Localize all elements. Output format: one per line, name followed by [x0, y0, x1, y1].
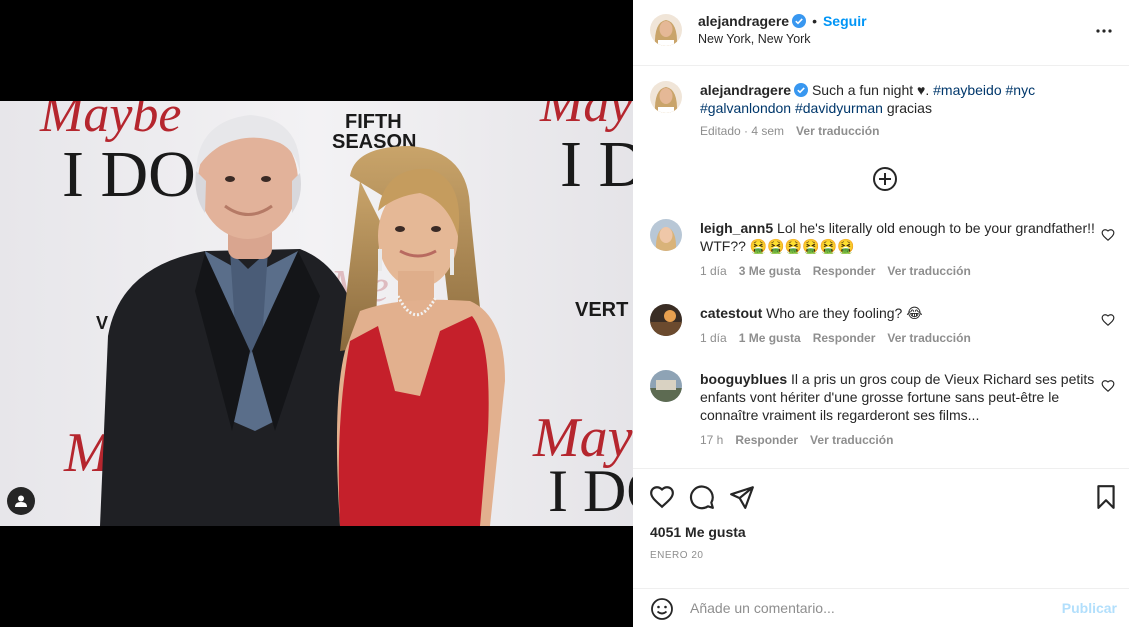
hashtag-link[interactable]: #nyc — [1006, 82, 1036, 98]
publish-button[interactable]: Publicar — [1062, 600, 1117, 616]
user-tag-icon — [15, 495, 27, 507]
caption-body: Such a fun night ♥. — [811, 82, 930, 98]
caption-tail: gracias — [886, 100, 932, 116]
translate-link[interactable]: Ver traducción — [887, 264, 970, 278]
verified-badge-icon — [792, 14, 807, 28]
avatar-image — [650, 370, 682, 402]
heart-icon[interactable] — [1101, 379, 1115, 393]
comment-time[interactable]: 17 h — [700, 433, 723, 447]
comment-item: leigh_ann5 Lol he's literally old enough… — [650, 219, 1120, 283]
more-options-icon — [1096, 29, 1112, 33]
author-username[interactable]: alejandragere — [698, 13, 789, 29]
comment-body: Who are they fooling? 😂 — [766, 305, 923, 321]
reply-button[interactable]: Responder — [813, 264, 876, 278]
comments-section: alejandragere Such a fun night ♥. #maybe… — [633, 67, 1129, 469]
translate-link[interactable]: Ver traducción — [810, 433, 893, 447]
user-tag-button[interactable] — [7, 487, 35, 515]
comment-text: booguyblues Il a pris un gros coup de Vi… — [700, 370, 1100, 424]
author-avatar[interactable] — [650, 14, 682, 46]
backdrop-ido-2: I DO — [560, 128, 633, 201]
backdrop-ido-1: I DO — [62, 138, 196, 211]
bookmark-icon[interactable] — [1093, 484, 1119, 510]
follow-button[interactable]: Seguir — [823, 13, 867, 29]
backdrop-vert-left: V — [96, 313, 108, 333]
caption-avatar[interactable] — [650, 81, 682, 113]
commenter-username[interactable]: catestout — [700, 305, 762, 321]
post-location[interactable]: New York, New York — [698, 32, 811, 46]
separator-dot: • — [812, 13, 817, 29]
backdrop-ido-3: I DO — [548, 458, 633, 524]
caption-translate-link[interactable]: Ver traducción — [796, 124, 879, 138]
comment-text: catestout Who are they fooling? 😂 — [700, 304, 1100, 322]
avatar-image — [650, 304, 682, 336]
comment-input[interactable] — [690, 596, 1050, 620]
comment-time[interactable]: 1 día — [700, 264, 727, 278]
commenter-avatar[interactable] — [650, 304, 682, 336]
translate-link[interactable]: Ver traducción — [887, 331, 970, 345]
avatar-image — [650, 219, 682, 251]
heart-icon[interactable] — [649, 484, 675, 510]
comment-meta: 17 h Responder Ver traducción — [700, 433, 905, 447]
paper-plane-icon[interactable] — [729, 484, 755, 510]
hashtag-link[interactable]: #davidyurman — [795, 100, 883, 116]
post-sidebar: alejandragere • Seguir New York, New York … — [633, 0, 1129, 627]
comment-time[interactable]: 1 día — [700, 331, 727, 345]
comment-item: booguyblues Il a pris un gros coup de Vi… — [650, 370, 1120, 454]
caption: alejandragere Such a fun night ♥. #maybe… — [650, 81, 1120, 141]
hashtag-link[interactable]: #maybeido — [933, 82, 1002, 98]
reply-button[interactable]: Responder — [735, 433, 798, 447]
avatar-image — [650, 14, 682, 46]
heart-icon[interactable] — [1101, 313, 1115, 327]
post-actions: 4051 Me gusta ENERO 20 Publicar — [633, 470, 1129, 627]
comment-likes[interactable]: 1 Me gusta — [739, 331, 801, 345]
comment-meta: 1 día 3 Me gusta Responder Ver traducción — [700, 264, 983, 278]
likes-count[interactable]: 4051 Me gusta — [650, 524, 746, 540]
media-pane: Maybe I DO Maybe I DO FIFTH SEASON VERT … — [0, 0, 633, 627]
commenter-avatar[interactable] — [650, 219, 682, 251]
comment-form: Publicar — [633, 588, 1129, 627]
post-header: alejandragere • Seguir New York, New York — [633, 0, 1129, 66]
reply-button[interactable]: Responder — [813, 331, 876, 345]
more-options-button[interactable] — [1093, 20, 1115, 42]
comment-likes[interactable]: 3 Me gusta — [739, 264, 801, 278]
backdrop-fifth: FIFTH — [345, 111, 402, 133]
post-photo[interactable]: Maybe I DO Maybe I DO FIFTH SEASON VERT … — [0, 101, 633, 526]
smiley-icon[interactable] — [650, 597, 674, 621]
comment-meta: 1 día 1 Me gusta Responder Ver traducción — [700, 331, 983, 345]
comment-text: leigh_ann5 Lol he's literally old enough… — [700, 219, 1100, 255]
verified-badge-icon — [794, 83, 809, 97]
backdrop-maybe-1: Maybe — [39, 101, 181, 143]
comment-item: catestout Who are they fooling? 😂 1 día 1… — [650, 304, 1120, 352]
photo-scene: Maybe I DO Maybe I DO FIFTH SEASON VERT … — [0, 101, 633, 526]
avatar-image — [650, 81, 682, 113]
caption-meta: Editado · 4 sem Ver traducción — [700, 124, 891, 138]
caption-edited: Editado · 4 sem — [700, 124, 785, 138]
hashtag-link[interactable]: #galvanlondon — [700, 100, 791, 116]
commenter-avatar[interactable] — [650, 370, 682, 402]
post-date[interactable]: ENERO 20 — [650, 550, 703, 561]
header-author-line: alejandragere • Seguir — [698, 13, 867, 29]
caption-text: alejandragere Such a fun night ♥. #maybe… — [700, 81, 1100, 117]
backdrop-vert-right: VERT — [575, 299, 628, 321]
caption-username[interactable]: alejandragere — [700, 82, 791, 98]
commenter-username[interactable]: leigh_ann5 — [700, 220, 773, 236]
heart-icon[interactable] — [1101, 228, 1115, 242]
comment-icon[interactable] — [689, 484, 715, 510]
commenter-username[interactable]: booguyblues — [700, 371, 787, 387]
plus-circle-icon[interactable] — [872, 166, 898, 192]
